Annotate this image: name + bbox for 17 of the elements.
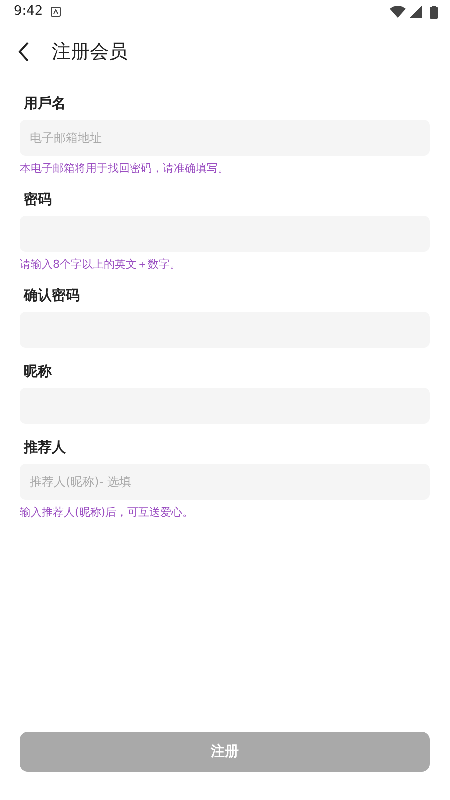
page-title: 注册会员 [52,40,128,65]
field-label: 确认密码 [24,286,81,306]
hint-text: 输入推荐人(昵称)后，可互送爱心。 [20,506,195,520]
field-label: 推荐人 [24,439,67,458]
field-label: 密码 [24,190,53,210]
battery-icon [430,6,438,18]
hint-text: 请输入8个字以上的英文＋数字。 [20,258,182,272]
field-label: 用戶名 [24,95,67,114]
input-field[interactable]: 推荐人(昵称)- 选填 [20,464,430,500]
wifi-icon [390,6,406,18]
hint-text: 本电子邮箱将用于找回密码，请准确填写。 [20,162,230,176]
back-icon[interactable] [18,42,30,62]
notification-icon [51,7,62,17]
input-field[interactable]: 电子邮箱地址 [20,120,430,156]
status-time: 9:42 [14,3,44,22]
signal-icon [410,6,422,18]
field-label: 昵称 [24,363,53,382]
